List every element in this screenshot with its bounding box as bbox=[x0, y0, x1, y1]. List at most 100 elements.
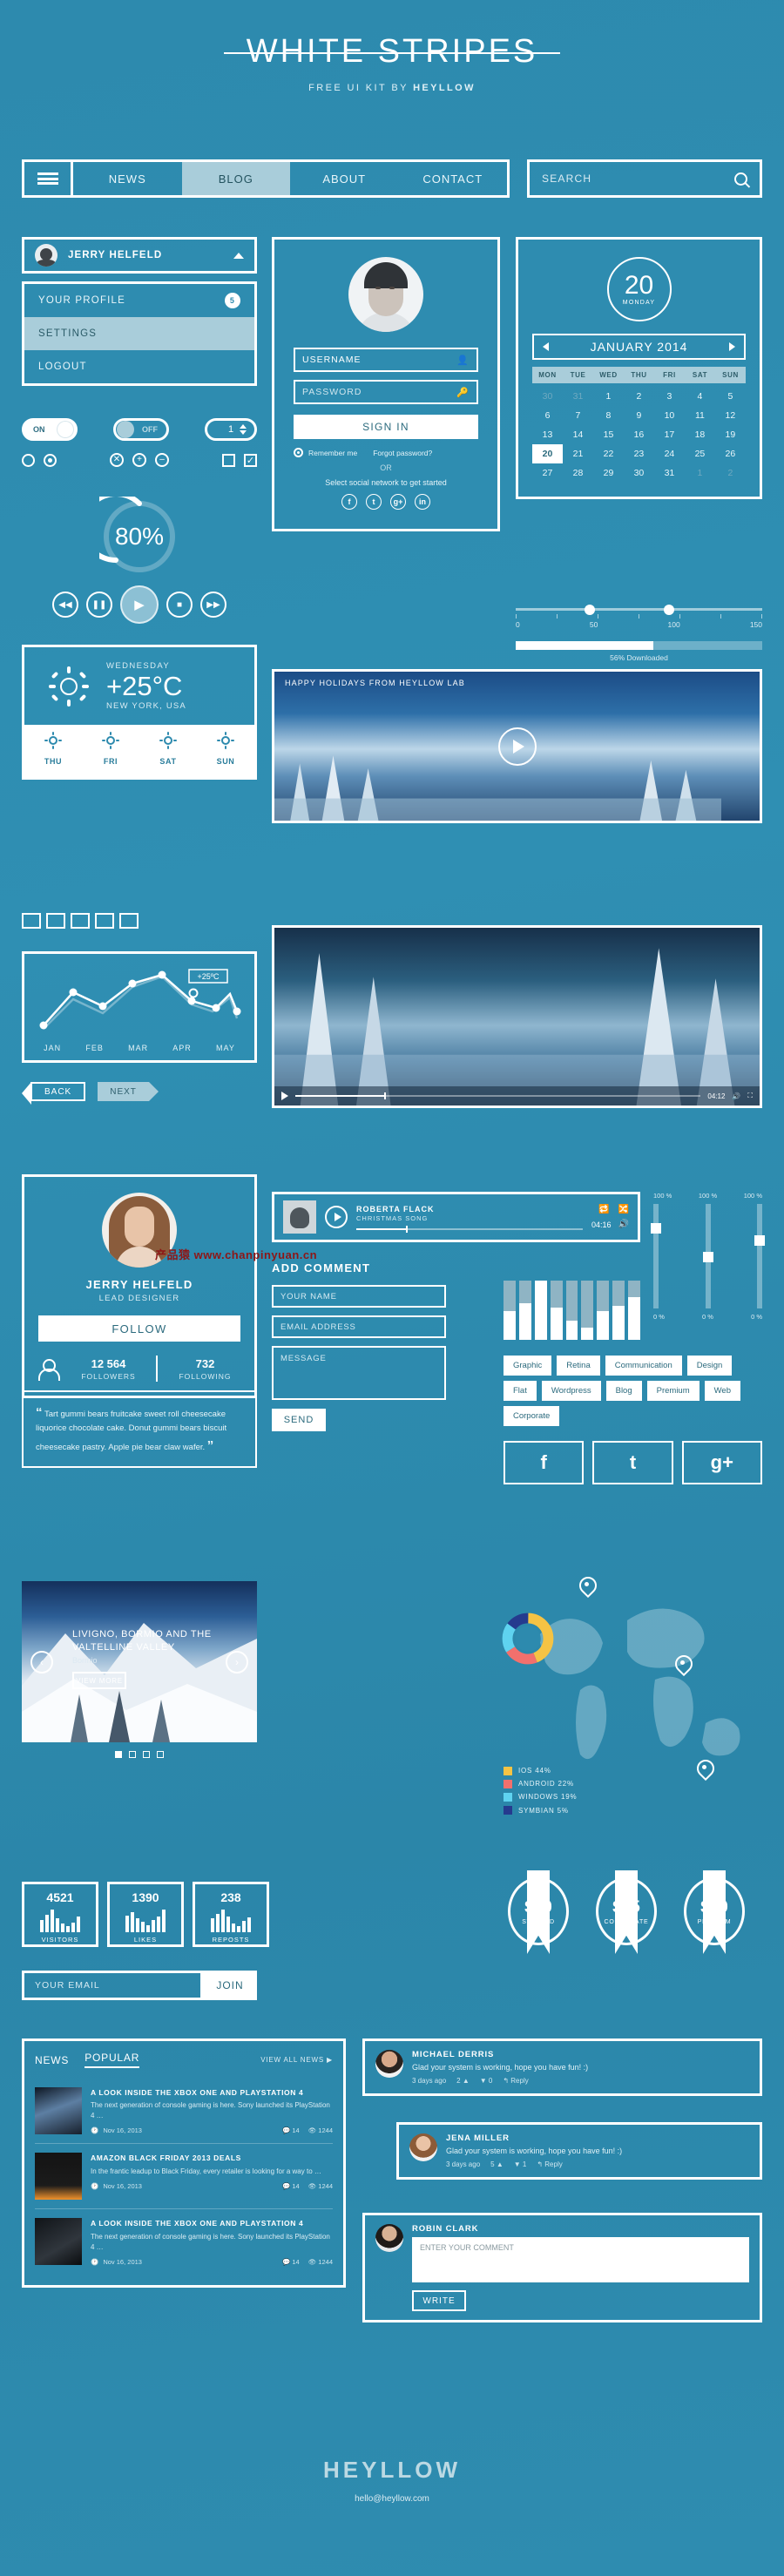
calendar-day[interactable]: 19 bbox=[715, 425, 746, 444]
calendar-day[interactable]: 5 bbox=[715, 387, 746, 406]
carousel-dot[interactable] bbox=[143, 1751, 150, 1758]
map-pin-icon[interactable] bbox=[697, 1760, 711, 1779]
play-icon[interactable] bbox=[497, 727, 537, 766]
eq-bar[interactable] bbox=[628, 1281, 641, 1340]
forward-icon[interactable]: ▶▶ bbox=[200, 592, 226, 618]
radio-checked[interactable] bbox=[44, 453, 57, 467]
forecast-day[interactable]: SAT bbox=[139, 725, 197, 777]
calendar-day[interactable]: 2 bbox=[715, 463, 746, 483]
slider-rail[interactable] bbox=[516, 604, 762, 615]
calendar-day[interactable]: 22 bbox=[593, 444, 624, 463]
step-box[interactable] bbox=[95, 913, 114, 929]
vote-up[interactable]: 5 ▲ bbox=[490, 2160, 504, 2168]
calendar-day[interactable]: 2 bbox=[624, 387, 654, 406]
stepper-arrows[interactable] bbox=[240, 424, 247, 435]
calendar-day[interactable]: 26 bbox=[715, 444, 746, 463]
play-icon[interactable]: ▶ bbox=[120, 585, 159, 624]
radio-unchecked[interactable] bbox=[22, 453, 35, 467]
vote-down[interactable]: ▼ 1 bbox=[514, 2160, 527, 2168]
calendar-day[interactable]: 6 bbox=[532, 406, 563, 425]
calendar-day-selected[interactable]: 20 bbox=[532, 444, 563, 463]
plus-icon[interactable]: + bbox=[132, 453, 146, 467]
menu-item-your-profile[interactable]: YOUR PROFILE 5 bbox=[24, 284, 254, 317]
tag-corporate[interactable]: Corporate bbox=[504, 1406, 560, 1426]
shuffle-icon[interactable]: 🔀 bbox=[618, 1205, 629, 1214]
nav-item-contact[interactable]: CONTACT bbox=[399, 162, 508, 195]
calendar-day[interactable]: 18 bbox=[685, 425, 715, 444]
carousel-dot[interactable] bbox=[157, 1751, 164, 1758]
calendar-day[interactable]: 1 bbox=[685, 463, 715, 483]
eq-bar[interactable] bbox=[612, 1281, 625, 1340]
toggle-knob[interactable] bbox=[117, 421, 134, 438]
menu-item-settings[interactable]: SETTINGS bbox=[24, 317, 254, 350]
signin-button[interactable]: SIGN IN bbox=[294, 415, 478, 439]
tag-wordpress[interactable]: Wordpress bbox=[541, 1381, 601, 1401]
news-item[interactable]: AMAZON BLACK FRIDAY 2013 DEALS In the fra… bbox=[35, 2143, 333, 2208]
google-plus-icon[interactable]: g+ bbox=[390, 494, 406, 510]
video-player-featured[interactable]: HAPPY HOLIDAYS FROM HEYLLOW LAB bbox=[272, 669, 762, 823]
twitter-icon[interactable]: t bbox=[592, 1441, 673, 1484]
google-plus-icon[interactable]: g+ bbox=[681, 1441, 762, 1484]
nav-item-about[interactable]: ABOUT bbox=[290, 162, 399, 195]
play-icon[interactable] bbox=[281, 1092, 288, 1100]
nav-item-blog[interactable]: BLOG bbox=[181, 162, 290, 195]
facebook-icon[interactable]: f bbox=[504, 1441, 585, 1484]
next-month-icon[interactable] bbox=[729, 342, 735, 351]
minus-icon[interactable]: – bbox=[155, 453, 169, 467]
toggle-on[interactable]: ON bbox=[22, 418, 78, 441]
eq-bar[interactable] bbox=[565, 1281, 578, 1340]
tag-flat[interactable]: Flat bbox=[504, 1381, 537, 1401]
calendar-day[interactable]: 13 bbox=[532, 425, 563, 444]
news-item[interactable]: A LOOK INSIDE THE XBOX ONE AND PLAYSTATI… bbox=[35, 2079, 333, 2143]
next-button[interactable]: NEXT bbox=[98, 1082, 159, 1101]
vertical-slider[interactable] bbox=[702, 1204, 713, 1308]
tag-graphic[interactable]: Graphic bbox=[504, 1356, 552, 1376]
calendar-day[interactable]: 10 bbox=[654, 406, 685, 425]
reply-link[interactable]: ↰ Reply bbox=[537, 2160, 562, 2168]
carousel-dot[interactable] bbox=[115, 1751, 122, 1758]
repeat-icon[interactable]: 🔁 bbox=[598, 1205, 609, 1214]
forgot-password-link[interactable]: Forgot password? bbox=[373, 449, 432, 457]
comment-textarea[interactable]: ENTER YOUR COMMENT bbox=[412, 2237, 749, 2282]
carousel-next-icon[interactable]: › bbox=[226, 1650, 248, 1673]
rewind-icon[interactable]: ◀◀ bbox=[52, 592, 78, 618]
forecast-day[interactable]: THU bbox=[24, 725, 82, 777]
step-box[interactable] bbox=[22, 913, 41, 929]
message-field[interactable]: MESSAGE bbox=[272, 1346, 446, 1400]
eq-bar[interactable] bbox=[534, 1281, 547, 1340]
calendar-day[interactable]: 15 bbox=[593, 425, 624, 444]
calendar-day[interactable]: 28 bbox=[563, 463, 593, 483]
tag-design[interactable]: Design bbox=[686, 1356, 733, 1376]
calendar-day[interactable]: 30 bbox=[532, 387, 563, 406]
toggle-off[interactable]: OFF bbox=[113, 418, 169, 441]
volume-icon[interactable]: 🔊 bbox=[732, 1092, 740, 1100]
calendar-day[interactable]: 31 bbox=[654, 463, 685, 483]
calendar-day[interactable]: 12 bbox=[715, 406, 746, 425]
step-box[interactable] bbox=[46, 913, 65, 929]
eq-bar[interactable] bbox=[550, 1281, 563, 1340]
user-menu-trigger[interactable]: JERRY HELFELD bbox=[22, 237, 257, 274]
close-icon[interactable]: ✕ bbox=[110, 453, 124, 467]
calendar-day[interactable]: 29 bbox=[593, 463, 624, 483]
price-card-premium[interactable]: $70 PREMIUM bbox=[684, 1870, 745, 1954]
calendar-day[interactable]: 27 bbox=[532, 463, 563, 483]
vertical-slider[interactable] bbox=[754, 1204, 765, 1308]
tag-web[interactable]: Web bbox=[704, 1381, 741, 1401]
eq-bar[interactable] bbox=[504, 1281, 516, 1340]
search-icon[interactable] bbox=[734, 172, 747, 186]
write-button[interactable]: WRITE bbox=[412, 2290, 466, 2311]
slider-handle-1[interactable] bbox=[585, 604, 596, 615]
join-button[interactable]: JOIN bbox=[203, 1971, 257, 2000]
calendar-day[interactable]: 1 bbox=[593, 387, 624, 406]
video-player-secondary[interactable]: 04:12 🔊 ⛶ bbox=[272, 925, 762, 1108]
calendar-day[interactable]: 16 bbox=[624, 425, 654, 444]
twitter-icon[interactable]: t bbox=[366, 494, 382, 510]
calendar-day[interactable]: 25 bbox=[685, 444, 715, 463]
facebook-icon[interactable]: f bbox=[341, 494, 357, 510]
toggle-knob[interactable] bbox=[57, 421, 74, 438]
news-item[interactable]: A LOOK INSIDE THE XBOX ONE AND PLAYSTATI… bbox=[35, 2208, 333, 2274]
search-input[interactable]: SEARCH bbox=[542, 172, 591, 185]
back-button[interactable]: BACK bbox=[21, 1082, 86, 1105]
calendar-day[interactable]: 30 bbox=[624, 463, 654, 483]
step-box[interactable] bbox=[119, 913, 139, 929]
